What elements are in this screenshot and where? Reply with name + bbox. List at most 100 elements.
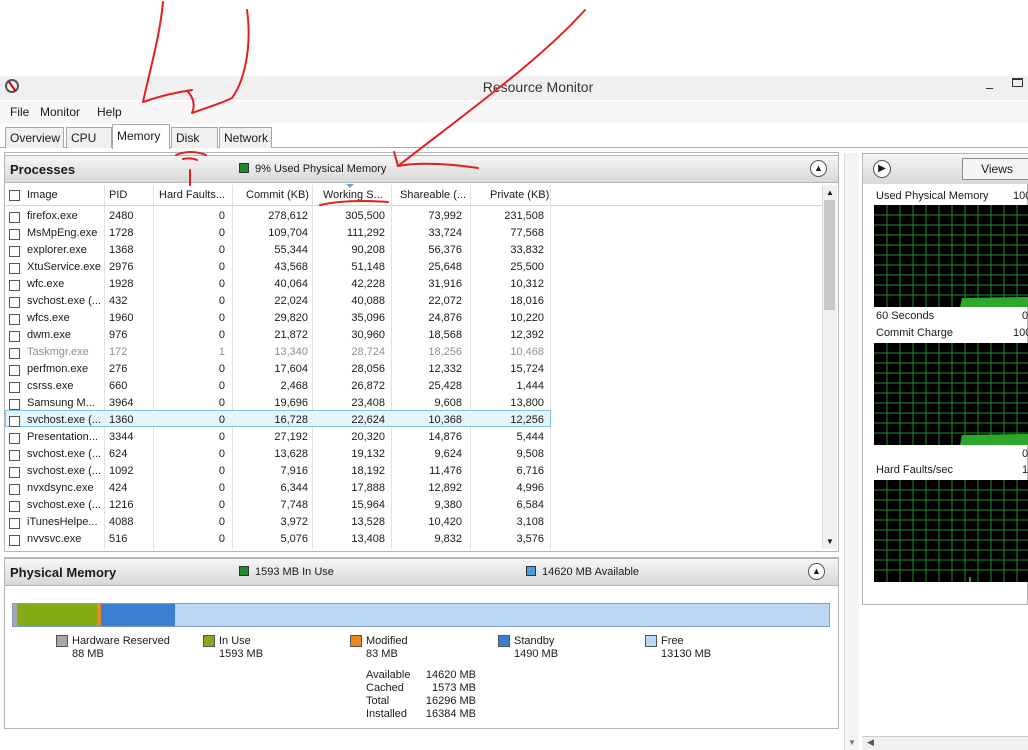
tab-network[interactable]: Network (219, 127, 272, 148)
tab-overview[interactable]: Overview (5, 127, 64, 148)
row-checkbox[interactable] (9, 365, 20, 376)
process-cell: 35,096 (351, 312, 385, 324)
process-cell: 111,292 (346, 227, 385, 239)
scroll-left-icon[interactable]: ◀ (867, 737, 874, 748)
main-scrollbar[interactable] (844, 153, 859, 750)
process-image-name: wfcs.exe (27, 312, 70, 324)
main-scroll-down-icon[interactable]: ▼ (848, 738, 856, 747)
tab-disk[interactable]: Disk (171, 127, 218, 148)
processes-header[interactable] (4, 155, 839, 183)
modified-value: 83 MB (366, 648, 398, 660)
graph-grid (874, 205, 1028, 307)
row-checkbox[interactable] (9, 535, 20, 546)
views-button[interactable]: Views (962, 158, 1028, 180)
row-checkbox[interactable] (9, 399, 20, 410)
process-cell: 660 (109, 380, 128, 392)
menu-monitor[interactable]: Monitor (40, 105, 80, 119)
row-checkbox[interactable] (9, 280, 20, 291)
row-checkbox[interactable] (9, 484, 20, 495)
process-cell: 5,076 (280, 533, 308, 545)
physical-memory-title: Physical Memory (10, 565, 117, 580)
process-cell: 19,132 (351, 448, 385, 460)
scroll-down-icon[interactable]: ▼ (826, 537, 834, 546)
row-checkbox[interactable] (9, 518, 20, 529)
process-image-name: Presentation... (27, 431, 98, 443)
process-cell: 432 (109, 295, 128, 307)
process-cell: 33,832 (510, 244, 544, 256)
row-checkbox[interactable] (9, 501, 20, 512)
process-image-name: svchost.exe (... (27, 295, 101, 307)
row-checkbox[interactable] (9, 416, 20, 427)
select-all-checkbox[interactable] (9, 190, 20, 201)
graph-pane-hscrollbar[interactable] (862, 736, 1028, 750)
process-cell: 231,508 (504, 210, 544, 222)
bar-segment-in-use (17, 604, 97, 626)
process-cell: 31,916 (428, 278, 462, 290)
process-cell: 10,420 (428, 516, 462, 528)
row-checkbox[interactable] (9, 246, 20, 257)
process-cell: 1,444 (516, 380, 544, 392)
row-checkbox[interactable] (9, 314, 20, 325)
column-divider (153, 185, 154, 549)
bar-segment-standby (100, 604, 176, 626)
process-cell: 2,468 (280, 380, 308, 392)
process-cell: 28,724 (351, 346, 385, 358)
processes-title: Processes (10, 162, 76, 177)
menu-help[interactable]: Help (97, 105, 122, 119)
row-checkbox[interactable] (9, 348, 20, 359)
column-shareable[interactable]: Shareable (... (400, 189, 466, 201)
row-checkbox[interactable] (9, 297, 20, 308)
standby-label: Standby (514, 635, 555, 647)
process-cell: 12,392 (510, 329, 544, 341)
physical-memory-header[interactable] (4, 558, 839, 586)
row-checkbox[interactable] (9, 450, 20, 461)
column-divider (232, 185, 233, 549)
process-cell: 15,964 (351, 499, 385, 511)
process-cell: 43,568 (274, 261, 308, 273)
row-checkbox[interactable] (9, 433, 20, 444)
process-image-name: Taskmgr.exe (27, 346, 89, 358)
process-cell: 4,996 (516, 482, 544, 494)
row-checkbox[interactable] (9, 212, 20, 223)
collapse-processes-icon[interactable]: ▲ (810, 160, 827, 177)
column-hard-faults[interactable]: Hard Faults... (159, 189, 225, 201)
row-checkbox[interactable] (9, 229, 20, 240)
process-cell: 22,024 (274, 295, 308, 307)
column-image[interactable]: Image (27, 189, 58, 201)
process-cell: 2480 (109, 210, 134, 222)
process-cell: 0 (218, 533, 225, 545)
process-cell: 9,608 (434, 397, 462, 409)
process-cell: 3,576 (516, 533, 544, 545)
process-cell: 12,256 (510, 414, 544, 426)
process-cell: 1928 (109, 278, 134, 290)
process-cell: 6,584 (516, 499, 544, 511)
minimize-icon[interactable]: – (986, 80, 993, 95)
window-title: Resource Monitor (482, 79, 594, 95)
column-pid[interactable]: PID (109, 189, 127, 201)
process-cell: 13,628 (274, 448, 308, 460)
stat-available-value: 14620 MB (425, 669, 476, 681)
process-cell: 10,220 (510, 312, 544, 324)
process-cell: 278,612 (268, 210, 308, 222)
scroll-up-icon[interactable]: ▲ (826, 188, 834, 197)
row-checkbox[interactable] (9, 331, 20, 342)
row-checkbox[interactable] (9, 467, 20, 478)
process-cell: 13,800 (510, 397, 544, 409)
expand-graph-pane-icon[interactable]: ▶ (873, 160, 891, 178)
maximize-icon[interactable] (1012, 78, 1023, 87)
row-checkbox[interactable] (9, 263, 20, 274)
scrollbar-thumb[interactable] (824, 200, 835, 310)
column-working-set[interactable]: Working S... (323, 189, 383, 201)
tab-cpu[interactable]: CPU (66, 127, 112, 148)
process-cell: 109,704 (268, 227, 308, 239)
column-commit[interactable]: Commit (KB) (246, 189, 309, 201)
graph-commit-charge-max: 100 (1013, 327, 1028, 339)
graph-commit-charge-min: 0 (1022, 448, 1028, 460)
tab-memory[interactable]: Memory (112, 124, 170, 149)
process-cell: 0 (218, 244, 225, 256)
process-cell: 976 (109, 329, 128, 341)
menu-file[interactable]: File (10, 105, 29, 119)
row-checkbox[interactable] (9, 382, 20, 393)
column-private[interactable]: Private (KB) (490, 189, 549, 201)
collapse-physical-memory-icon[interactable]: ▲ (808, 563, 825, 580)
